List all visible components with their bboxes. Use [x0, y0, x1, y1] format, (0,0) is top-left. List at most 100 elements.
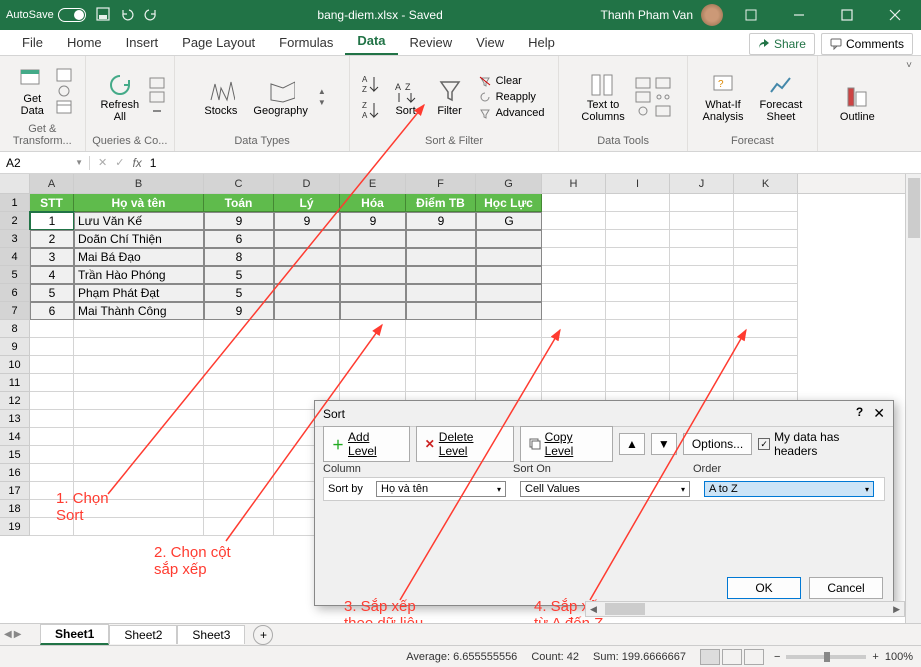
cell[interactable] — [30, 482, 74, 500]
headers-checkbox[interactable]: ✓ — [758, 438, 770, 450]
cell[interactable] — [670, 320, 734, 338]
cell[interactable] — [74, 464, 204, 482]
cell[interactable] — [274, 338, 340, 356]
cell[interactable] — [204, 356, 274, 374]
cell[interactable] — [734, 194, 798, 212]
cell[interactable] — [340, 248, 406, 266]
cell[interactable] — [30, 518, 74, 536]
share-button[interactable]: Share — [749, 33, 815, 55]
row-header[interactable]: 9 — [0, 338, 30, 356]
row-header[interactable]: 19 — [0, 518, 30, 536]
stocks-button[interactable]: Stocks — [198, 75, 243, 119]
sheet-nav-next-icon[interactable]: ▶ — [14, 629, 22, 640]
cancel-button[interactable]: Cancel — [809, 577, 883, 599]
name-box[interactable]: A2▼ — [0, 156, 90, 170]
cell[interactable]: Họ và tên — [74, 194, 204, 212]
ribbon-options-icon[interactable] — [731, 0, 771, 30]
cell[interactable] — [204, 500, 274, 518]
data-validation-icon[interactable] — [635, 105, 651, 117]
cell[interactable]: Doãn Chí Thiện — [74, 230, 204, 248]
sheet-nav-prev-icon[interactable]: ◀ — [4, 629, 12, 640]
cell[interactable]: 9 — [204, 302, 274, 320]
zoom-level[interactable]: 100% — [885, 651, 913, 663]
cell[interactable] — [670, 374, 734, 392]
cell[interactable] — [204, 428, 274, 446]
from-text-icon[interactable] — [56, 68, 72, 82]
cell[interactable] — [340, 338, 406, 356]
cell[interactable] — [74, 320, 204, 338]
sort-az-icon[interactable]: AZ — [360, 74, 382, 94]
get-data-button[interactable]: Get Data — [12, 63, 52, 119]
cell[interactable] — [204, 392, 274, 410]
cell[interactable] — [340, 266, 406, 284]
col-header[interactable]: B — [74, 174, 204, 193]
close-icon[interactable]: ✕ — [873, 405, 885, 422]
row-header[interactable]: 14 — [0, 428, 30, 446]
cell[interactable]: 8 — [204, 248, 274, 266]
tab-data[interactable]: Data — [345, 28, 397, 55]
cell[interactable] — [476, 248, 542, 266]
cell[interactable]: 6 — [30, 302, 74, 320]
add-level-button[interactable]: ＋Add Level — [323, 426, 410, 462]
options-button[interactable]: Options... — [683, 433, 752, 455]
cell[interactable] — [734, 338, 798, 356]
cell[interactable] — [30, 428, 74, 446]
cell[interactable] — [734, 374, 798, 392]
zoom-in-icon[interactable]: + — [872, 651, 878, 663]
edit-links-icon[interactable] — [149, 105, 165, 117]
cell[interactable] — [204, 410, 274, 428]
cell[interactable] — [406, 356, 476, 374]
cell[interactable] — [274, 284, 340, 302]
cell[interactable] — [606, 338, 670, 356]
cell[interactable]: 1 — [30, 212, 74, 230]
horizontal-scrollbar[interactable]: ◀▶ — [585, 601, 905, 617]
geography-button[interactable]: Geography — [247, 75, 313, 119]
row-header[interactable]: 15 — [0, 446, 30, 464]
cell[interactable] — [340, 320, 406, 338]
cell[interactable] — [542, 374, 606, 392]
cell[interactable]: 5 — [30, 284, 74, 302]
cell[interactable] — [74, 518, 204, 536]
text-to-columns-button[interactable]: Text to Columns — [575, 69, 630, 125]
cell[interactable] — [670, 230, 734, 248]
cell[interactable]: 4 — [30, 266, 74, 284]
cell[interactable] — [74, 410, 204, 428]
col-header[interactable]: E — [340, 174, 406, 193]
cell[interactable] — [274, 266, 340, 284]
cell[interactable] — [406, 302, 476, 320]
cell[interactable] — [274, 374, 340, 392]
relationships-icon[interactable] — [655, 91, 671, 103]
cell[interactable] — [606, 284, 670, 302]
cell[interactable] — [670, 302, 734, 320]
cell[interactable] — [204, 338, 274, 356]
cell[interactable] — [670, 212, 734, 230]
cell[interactable] — [74, 446, 204, 464]
cell[interactable] — [542, 284, 606, 302]
cell[interactable] — [606, 248, 670, 266]
cell[interactable] — [30, 374, 74, 392]
cell[interactable] — [542, 212, 606, 230]
row-header[interactable]: 1 — [0, 194, 30, 212]
cell[interactable] — [670, 284, 734, 302]
undo-icon[interactable] — [120, 7, 136, 23]
cell[interactable] — [406, 248, 476, 266]
cell[interactable] — [406, 320, 476, 338]
from-web-icon[interactable] — [56, 84, 72, 98]
tab-insert[interactable]: Insert — [114, 30, 171, 55]
cell[interactable] — [30, 320, 74, 338]
cell[interactable] — [542, 302, 606, 320]
row-header[interactable]: 7 — [0, 302, 30, 320]
cell[interactable]: Toán — [204, 194, 274, 212]
cell[interactable] — [542, 356, 606, 374]
cell[interactable] — [542, 230, 606, 248]
cell[interactable]: Hóa — [340, 194, 406, 212]
cell[interactable] — [606, 302, 670, 320]
page-layout-view-icon[interactable] — [722, 649, 742, 665]
move-down-button[interactable]: ▼ — [651, 433, 677, 455]
cell[interactable] — [476, 320, 542, 338]
vertical-scrollbar[interactable] — [905, 174, 921, 641]
cell[interactable] — [204, 374, 274, 392]
cell[interactable] — [734, 212, 798, 230]
cell[interactable] — [30, 410, 74, 428]
cell[interactable]: 9 — [274, 212, 340, 230]
